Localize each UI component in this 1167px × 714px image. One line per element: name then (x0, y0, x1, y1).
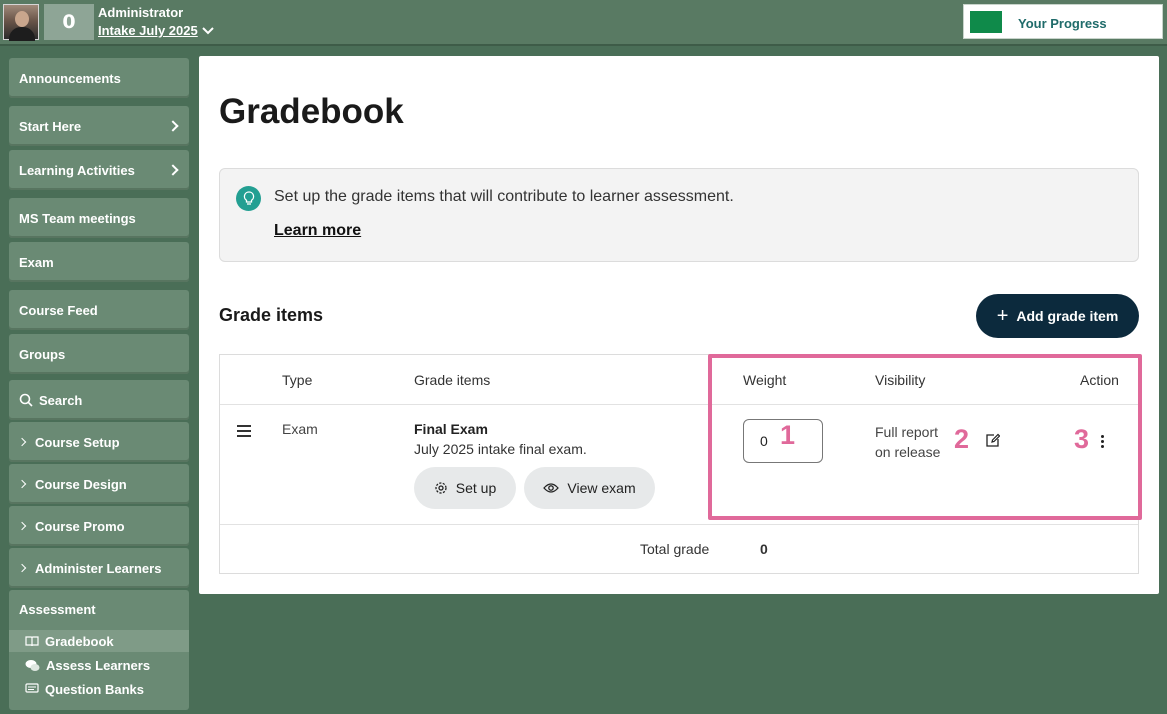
sidebar-item-label: Question Banks (45, 681, 144, 697)
sidebar-item-gradebook[interactable]: Gradebook (9, 630, 189, 652)
sidebar-item-label: Course Design (35, 476, 127, 492)
annotation-number: 3 (1074, 424, 1090, 454)
view-exam-button[interactable]: View exam (524, 467, 655, 509)
sidebar-item-announcements[interactable]: Announcements (9, 58, 189, 98)
lightbulb-icon (236, 186, 261, 211)
grade-item-type: Exam (282, 421, 318, 437)
chevron-right-icon (17, 437, 27, 447)
sidebar-item-label: Course Setup (35, 434, 120, 450)
chevron-right-icon (167, 120, 179, 132)
intake-label: Intake July 2025 (98, 23, 198, 38)
learn-more-link[interactable]: Learn more (274, 222, 361, 240)
sidebar-item-assess-learners[interactable]: Assess Learners (9, 654, 189, 676)
sidebar-item-administer-learners[interactable]: Administer Learners (9, 548, 189, 588)
sidebar-item-learning-activities[interactable]: Learning Activities (9, 150, 189, 190)
message-lines-icon (25, 683, 39, 693)
sidebar-item-label: Groups (19, 346, 66, 362)
grade-item-name: Final Exam (414, 421, 488, 437)
chevron-right-icon (17, 521, 27, 531)
progress-widget[interactable]: Your Progress (963, 4, 1163, 39)
sidebar-item-ms-team-meetings[interactable]: MS Team meetings (9, 198, 189, 238)
sidebar-item-assessment[interactable]: Assessment (19, 602, 96, 617)
progress-bar-fill (970, 11, 1002, 33)
book-open-icon (25, 636, 39, 647)
top-bar: 0 Administrator Intake July 2025 Your Pr… (0, 0, 1167, 46)
annotation-number: 1 (780, 420, 796, 450)
annotation-number: 2 (954, 424, 970, 454)
sidebar-item-course-setup[interactable]: Course Setup (9, 422, 189, 462)
grade-item-description: July 2025 intake final exam. (414, 441, 587, 457)
sidebar-item-search[interactable]: Search (9, 380, 189, 420)
drag-handle-icon[interactable] (237, 425, 251, 440)
sidebar-item-label: MS Team meetings (19, 210, 136, 226)
total-grade-label: Total grade (640, 541, 710, 557)
sidebar-item-label: Announcements (19, 70, 121, 86)
sidebar-item-groups[interactable]: Groups (9, 334, 189, 374)
sidebar-item-label: Search (39, 392, 83, 408)
sidebar-item-course-promo[interactable]: Course Promo (9, 506, 189, 546)
sidebar-item-start-here[interactable]: Start Here (9, 106, 189, 146)
divider (220, 524, 1138, 525)
setup-button[interactable]: Set up (414, 467, 516, 509)
page-title: Gradebook (219, 92, 404, 131)
total-grade-value: 0 (760, 541, 768, 557)
chevron-down-icon (202, 26, 214, 34)
sidebar-item-label: Learning Activities (19, 162, 135, 178)
sidebar-item-label: Gradebook (45, 633, 114, 649)
points-value: 0 (62, 11, 76, 33)
sidebar-item-label: Assess Learners (46, 657, 151, 673)
section-title: Grade items (219, 305, 324, 325)
search-icon (19, 393, 33, 407)
chevron-right-icon (17, 479, 27, 489)
sidebar-item-label: Start Here (19, 118, 82, 134)
plus-icon: + (996, 305, 1009, 327)
user-role: Administrator (98, 5, 184, 20)
sidebar-item-label: Assessment (19, 602, 96, 617)
sidebar-item-course-design[interactable]: Course Design (9, 464, 189, 504)
sidebar-item-label: Exam (19, 254, 54, 270)
setup-label: Set up (455, 480, 497, 496)
eye-icon (543, 483, 560, 493)
info-banner: Set up the grade items that will contrib… (219, 168, 1139, 262)
sidebar-group-assessment: Assessment Gradebook Assess Learners Que… (9, 590, 189, 710)
sidebar-item-label: Administer Learners (35, 560, 162, 576)
chevron-right-icon (17, 563, 27, 573)
gear-icon (435, 482, 447, 494)
points-badge: 0 (44, 4, 94, 40)
sidebar-item-course-feed[interactable]: Course Feed (9, 290, 189, 330)
chat-bubbles-icon (25, 659, 40, 671)
sidebar-item-question-banks[interactable]: Question Banks (9, 678, 189, 700)
column-header-grade-items: Grade items (414, 372, 491, 388)
sidebar-item-exam[interactable]: Exam (9, 242, 189, 282)
view-exam-label: View exam (567, 480, 636, 496)
intake-selector[interactable]: Intake July 2025 (98, 23, 214, 38)
column-header-type: Type (282, 372, 313, 388)
info-message: Set up the grade items that will contrib… (274, 188, 734, 205)
add-grade-item-button[interactable]: + Add grade item (976, 294, 1139, 338)
chevron-right-icon (167, 164, 179, 176)
sidebar-item-label: Course Feed (19, 302, 98, 318)
progress-label: Your Progress (1018, 16, 1107, 31)
add-grade-item-label: Add grade item (1016, 308, 1119, 324)
avatar[interactable] (3, 4, 39, 41)
sidebar-item-label: Course Promo (35, 518, 125, 534)
